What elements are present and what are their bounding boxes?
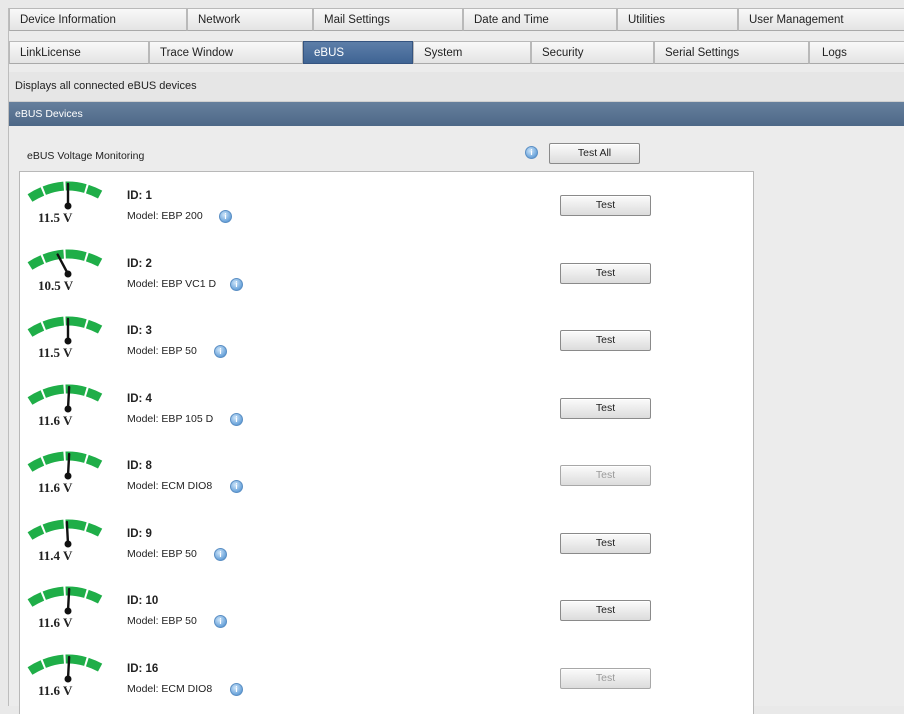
- device-model: Model: EBP VC1 D: [127, 278, 217, 290]
- info-icon[interactable]: i: [219, 210, 232, 223]
- voltage-gauge-icon: [27, 384, 109, 413]
- voltage-gauge-icon: [27, 654, 109, 683]
- device-row: 11.6 V ID: 4 Model: EBP 105 D i Test: [20, 375, 753, 442]
- device-row: 10.5 V ID: 2 Model: EBP VC1 D i Test: [20, 240, 753, 307]
- device-id: ID: 8: [127, 460, 152, 472]
- tab-row-2: LinkLicense Trace Window eBUS System Sec…: [9, 41, 904, 64]
- device-model: Model: EBP 105 D: [127, 413, 214, 425]
- tab-security[interactable]: Security: [531, 41, 654, 64]
- device-model: Model: EBP 200: [127, 210, 203, 222]
- device-model: Model: EBP 50: [127, 548, 197, 560]
- tab-ebus[interactable]: eBUS: [303, 41, 413, 64]
- window-frame: Device Information Network Mail Settings…: [8, 8, 904, 714]
- voltage-gauge-icon: [27, 316, 109, 345]
- info-icon[interactable]: i: [230, 278, 243, 291]
- test-button[interactable]: Test: [560, 600, 651, 621]
- info-icon[interactable]: i: [230, 413, 243, 426]
- tab-trace-window[interactable]: Trace Window: [149, 41, 303, 64]
- device-row: 11.6 V ID: 8 Model: ECM DIO8 i Test: [20, 442, 753, 509]
- page-description: Displays all connected eBUS devices: [9, 72, 904, 102]
- test-button[interactable]: Test: [560, 465, 651, 486]
- voltage-value: 10.5 V: [38, 278, 74, 293]
- info-icon[interactable]: i: [214, 615, 227, 628]
- voltage-value: 11.6 V: [38, 615, 73, 630]
- section-header: eBUS Devices: [9, 102, 904, 126]
- voltage-value: 11.4 V: [38, 548, 73, 563]
- voltage-gauge-icon: [27, 451, 109, 480]
- tab-system[interactable]: System: [413, 41, 531, 64]
- voltage-gauge-icon: [27, 181, 109, 210]
- device-id: ID: 9: [127, 528, 152, 540]
- tab-logs[interactable]: Logs: [809, 41, 904, 64]
- tab-utilities[interactable]: Utilities: [617, 8, 738, 31]
- device-row: 11.5 V ID: 3 Model: EBP 50 i Test: [20, 307, 753, 374]
- tab-mail-settings[interactable]: Mail Settings: [313, 8, 463, 31]
- device-id: ID: 16: [127, 663, 159, 675]
- tab-serial-settings[interactable]: Serial Settings: [654, 41, 809, 64]
- device-id: ID: 10: [127, 595, 159, 607]
- device-row: 11.4 V ID: 9 Model: EBP 50 i Test: [20, 510, 753, 577]
- info-icon[interactable]: i: [214, 548, 227, 561]
- device-id: ID: 4: [127, 393, 152, 405]
- test-button[interactable]: Test: [560, 398, 651, 419]
- tab-network[interactable]: Network: [187, 8, 313, 31]
- device-list-panel: 11.5 V ID: 1 Model: EBP 200 i Test 10.5 V ID: …: [19, 171, 754, 714]
- device-id: ID: 2: [127, 258, 152, 270]
- test-button[interactable]: Test: [560, 330, 651, 351]
- device-row: 11.6 V ID: 16 Model: ECM DIO8 i Test: [20, 645, 753, 712]
- voltage-value: 11.5 V: [38, 210, 73, 225]
- tab-user-management[interactable]: User Management: [738, 8, 904, 31]
- voltage-value: 11.6 V: [38, 683, 73, 698]
- device-row: 11.5 V ID: 1 Model: EBP 200 i Test: [20, 172, 753, 239]
- voltage-monitoring-label: eBUS Voltage Monitoring: [27, 150, 145, 162]
- device-model: Model: ECM DIO8: [127, 683, 213, 695]
- voltage-value: 11.5 V: [38, 345, 73, 360]
- tab-row-1: Device Information Network Mail Settings…: [9, 8, 904, 31]
- voltage-value: 11.6 V: [38, 413, 73, 428]
- info-icon[interactable]: i: [230, 683, 243, 696]
- info-icon[interactable]: i: [214, 345, 227, 358]
- test-button[interactable]: Test: [560, 668, 651, 689]
- tab-linklicense[interactable]: LinkLicense: [9, 41, 149, 64]
- info-icon[interactable]: i: [525, 146, 538, 159]
- test-button[interactable]: Test: [560, 195, 651, 216]
- voltage-value: 11.6 V: [38, 480, 73, 495]
- voltage-gauge-icon: [27, 586, 109, 615]
- test-button[interactable]: Test: [560, 533, 651, 554]
- test-button[interactable]: Test: [560, 263, 651, 284]
- device-model: Model: EBP 50: [127, 615, 197, 627]
- device-id: ID: 1: [127, 190, 152, 202]
- voltage-gauge-icon: [27, 519, 109, 548]
- voltage-gauge-icon: [27, 249, 109, 278]
- device-model: Model: EBP 50: [127, 345, 197, 357]
- tab-date-and-time[interactable]: Date and Time: [463, 8, 617, 31]
- device-id: ID: 3: [127, 325, 152, 337]
- tab-device-information[interactable]: Device Information: [9, 8, 187, 31]
- device-row: 11.6 V ID: 10 Model: EBP 50 i Test: [20, 577, 753, 644]
- test-all-button[interactable]: Test All: [549, 143, 640, 164]
- info-icon[interactable]: i: [230, 480, 243, 493]
- device-model: Model: ECM DIO8: [127, 480, 213, 492]
